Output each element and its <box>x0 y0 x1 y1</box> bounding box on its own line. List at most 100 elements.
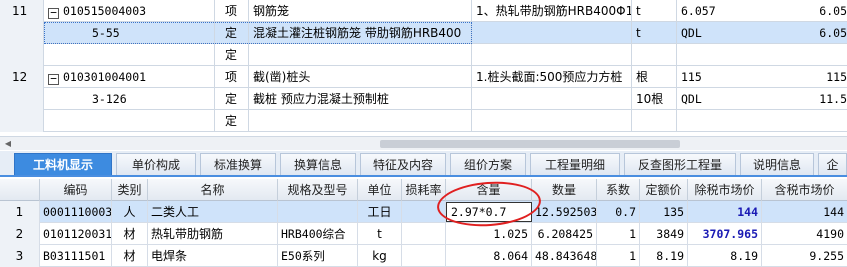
resource-loss-rate[interactable] <box>402 223 446 245</box>
resource-category[interactable]: 人 <box>112 201 148 223</box>
resource-code[interactable]: B03111501 <box>40 245 112 267</box>
bill-type[interactable]: 项 <box>215 0 249 22</box>
bill-feature[interactable] <box>472 44 632 66</box>
bill-feature[interactable]: 1、热轧带肋钢筋HRB400Φ18 <box>472 0 632 22</box>
resource-name[interactable]: 热轧带肋钢筋 <box>148 223 278 245</box>
quota-code[interactable] <box>44 110 215 132</box>
bill-quantity[interactable] <box>677 44 847 66</box>
bill-type[interactable]: 项 <box>215 66 249 88</box>
bill-code[interactable]: −010515004003 <box>44 0 215 22</box>
quota-code[interactable] <box>44 44 215 66</box>
tab-description[interactable]: 说明信息 <box>740 153 814 175</box>
bill-row[interactable]: 3-126 定 截桩 预应力混凝土预制桩 10根 QDL 11.5 <box>0 88 847 110</box>
resource-unit[interactable]: kg <box>358 245 402 267</box>
content-edit-input[interactable]: 2.97*0.7 <box>446 202 532 222</box>
header-market-price-inc-tax[interactable]: 含税市场价 <box>762 179 847 201</box>
tab-unit-price[interactable]: 单价构成 <box>116 153 196 175</box>
header-coefficient[interactable]: 系数 <box>597 179 640 201</box>
resource-spec[interactable]: E50系列 <box>278 245 358 267</box>
resource-code[interactable]: 0101120031 <box>40 223 112 245</box>
bill-name[interactable]: 截(凿)桩头 <box>249 66 472 88</box>
quota-code[interactable]: 3-126 <box>44 88 215 110</box>
bill-unit[interactable]: 根 <box>632 66 677 88</box>
bill-quantity[interactable] <box>677 110 847 132</box>
scroll-left-icon[interactable]: ◀ <box>2 138 14 150</box>
resource-name[interactable]: 二类人工 <box>148 201 278 223</box>
bill-feature[interactable] <box>472 88 632 110</box>
header-quantity[interactable]: 数量 <box>532 179 597 201</box>
bill-name[interactable] <box>249 110 472 132</box>
bill-row[interactable]: 定 <box>0 44 847 66</box>
bill-quantity[interactable]: QDL 11.5 <box>677 88 847 110</box>
resource-content[interactable]: 1.025 <box>446 223 532 245</box>
header-spec[interactable]: 规格及型号 <box>278 179 358 201</box>
bill-unit[interactable]: 10根 <box>632 88 677 110</box>
scrollbar-thumb[interactable] <box>380 140 680 148</box>
horizontal-scrollbar[interactable]: ◀ <box>0 136 847 150</box>
bill-name[interactable] <box>249 44 472 66</box>
resource-row[interactable]: 3 B03111501 材 电焊条 E50系列 kg 8.064 48.8436… <box>0 245 847 267</box>
resource-category[interactable]: 材 <box>112 245 148 267</box>
resource-row-selected[interactable]: 1 0001110003 人 二类人工 工日 12.592503 0.7 135… <box>0 201 847 223</box>
resource-market-price-inc-tax[interactable]: 144 <box>762 201 847 223</box>
resource-market-price-inc-tax[interactable]: 4190 <box>762 223 847 245</box>
resource-market-price-ex-tax[interactable]: 8.19 <box>688 245 762 267</box>
resource-unit[interactable]: t <box>358 223 402 245</box>
bill-row-selected[interactable]: 5-55 定 混凝土灌注桩钢筋笼 带肋钢筋HRB400 t QDL 6.05 <box>0 22 847 44</box>
header-quota-price[interactable]: 定额价 <box>640 179 688 201</box>
resource-coefficient[interactable]: 1 <box>597 245 640 267</box>
resource-quantity[interactable]: 48.843648 <box>532 245 597 267</box>
tab-pricing-plan[interactable]: 组价方案 <box>450 153 526 175</box>
bill-unit[interactable] <box>632 44 677 66</box>
tab-enterprise[interactable]: 企 <box>818 153 847 175</box>
header-market-price-ex-tax[interactable]: 除税市场价 <box>688 179 762 201</box>
resource-spec[interactable] <box>278 201 358 223</box>
header-name[interactable]: 名称 <box>148 179 278 201</box>
header-content[interactable]: 含量 <box>446 179 532 201</box>
resource-category[interactable]: 材 <box>112 223 148 245</box>
resource-row[interactable]: 2 0101120031 材 热轧带肋钢筋 HRB400综合 t 1.025 6… <box>0 223 847 245</box>
tab-features[interactable]: 特征及内容 <box>360 153 446 175</box>
bill-quantity[interactable]: QDL 6.05 <box>677 22 847 44</box>
bill-type[interactable]: 定 <box>215 44 249 66</box>
resource-quantity[interactable]: 12.592503 <box>532 201 597 223</box>
resource-quota-price[interactable]: 3849 <box>640 223 688 245</box>
tab-conversion-info[interactable]: 换算信息 <box>280 153 356 175</box>
collapse-icon[interactable]: − <box>48 7 59 19</box>
tab-quantity-details[interactable]: 工程量明细 <box>530 153 620 175</box>
bill-feature[interactable] <box>472 22 632 44</box>
bill-quantity[interactable]: 6.057 6.05 <box>677 0 847 22</box>
bill-type[interactable]: 定 <box>215 110 249 132</box>
bill-row[interactable]: 12 −010301004001 项 截(凿)桩头 1.桩头截面:500预应力方… <box>0 66 847 88</box>
bill-unit[interactable]: t <box>632 0 677 22</box>
resource-unit[interactable]: 工日 <box>358 201 402 223</box>
resource-market-price-ex-tax[interactable]: 3707.965 <box>688 223 762 245</box>
bill-code[interactable]: −010301004001 <box>44 66 215 88</box>
bill-feature[interactable] <box>472 110 632 132</box>
resource-name[interactable]: 电焊条 <box>148 245 278 267</box>
bill-name[interactable]: 截桩 预应力混凝土预制桩 <box>249 88 472 110</box>
resource-quantity[interactable]: 6.208425 <box>532 223 597 245</box>
resource-content[interactable]: 8.064 <box>446 245 532 267</box>
resource-loss-rate[interactable] <box>402 245 446 267</box>
bill-row[interactable]: 定 <box>0 110 847 132</box>
bill-type[interactable]: 定 <box>215 88 249 110</box>
bill-unit[interactable]: t <box>632 22 677 44</box>
bill-feature[interactable]: 1.桩头截面:500预应力方桩 <box>472 66 632 88</box>
resource-spec[interactable]: HRB400综合 <box>278 223 358 245</box>
tab-graphic-quantity[interactable]: 反查图形工程量 <box>624 153 736 175</box>
bill-row[interactable]: 11 −010515004003 项 钢筋笼 1、热轧带肋钢筋HRB400Φ18… <box>0 0 847 22</box>
resource-quota-price[interactable]: 8.19 <box>640 245 688 267</box>
header-loss-rate[interactable]: 损耗率 <box>402 179 446 201</box>
resource-market-price-inc-tax[interactable]: 9.255 <box>762 245 847 267</box>
resource-market-price-ex-tax[interactable]: 144 <box>688 201 762 223</box>
resource-loss-rate[interactable] <box>402 201 446 223</box>
resource-quota-price[interactable]: 135 <box>640 201 688 223</box>
resource-coefficient[interactable]: 0.7 <box>597 201 640 223</box>
resource-coefficient[interactable]: 1 <box>597 223 640 245</box>
tab-labor-material-machine[interactable]: 工料机显示 <box>14 153 112 175</box>
header-code[interactable]: 编码 <box>40 179 112 201</box>
header-unit[interactable]: 单位 <box>358 179 402 201</box>
bill-quantity[interactable]: 115 115 <box>677 66 847 88</box>
bill-unit[interactable] <box>632 110 677 132</box>
